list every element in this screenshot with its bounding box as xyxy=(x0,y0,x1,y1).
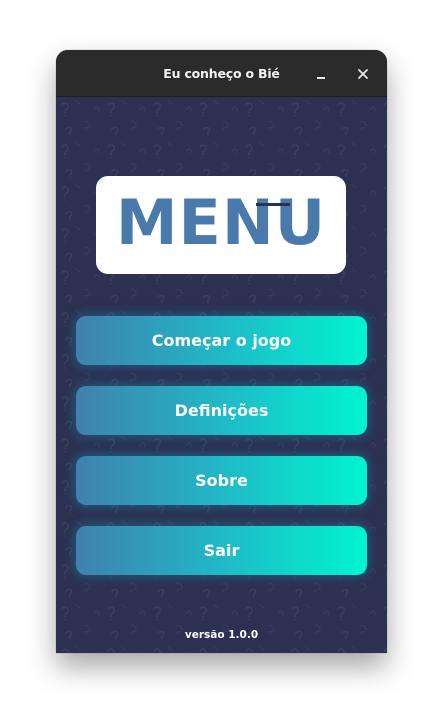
menu-screen: MENU Começar o jogo Definições Sobre Sai… xyxy=(56,97,387,653)
settings-button[interactable]: Definições xyxy=(76,386,367,435)
close-button[interactable] xyxy=(352,63,374,85)
title-bar[interactable]: Eu conheço o Bié xyxy=(56,50,387,97)
version-label: versão 1.0.0 xyxy=(184,629,259,641)
start-game-button[interactable]: Começar o jogo xyxy=(76,316,367,365)
logo-accent-line xyxy=(256,203,290,206)
minimize-icon xyxy=(310,63,332,85)
menu-logo: MENU xyxy=(96,176,346,274)
about-button[interactable]: Sobre xyxy=(76,456,367,505)
logo-title: MENU xyxy=(115,186,327,259)
close-icon xyxy=(352,63,374,85)
app-window: Eu conheço o Bié MENU Começar o jogo Def… xyxy=(56,50,387,653)
window-title: Eu conheço o Bié xyxy=(163,66,280,81)
minimize-button[interactable] xyxy=(310,63,332,85)
exit-button[interactable]: Sair xyxy=(76,526,367,575)
